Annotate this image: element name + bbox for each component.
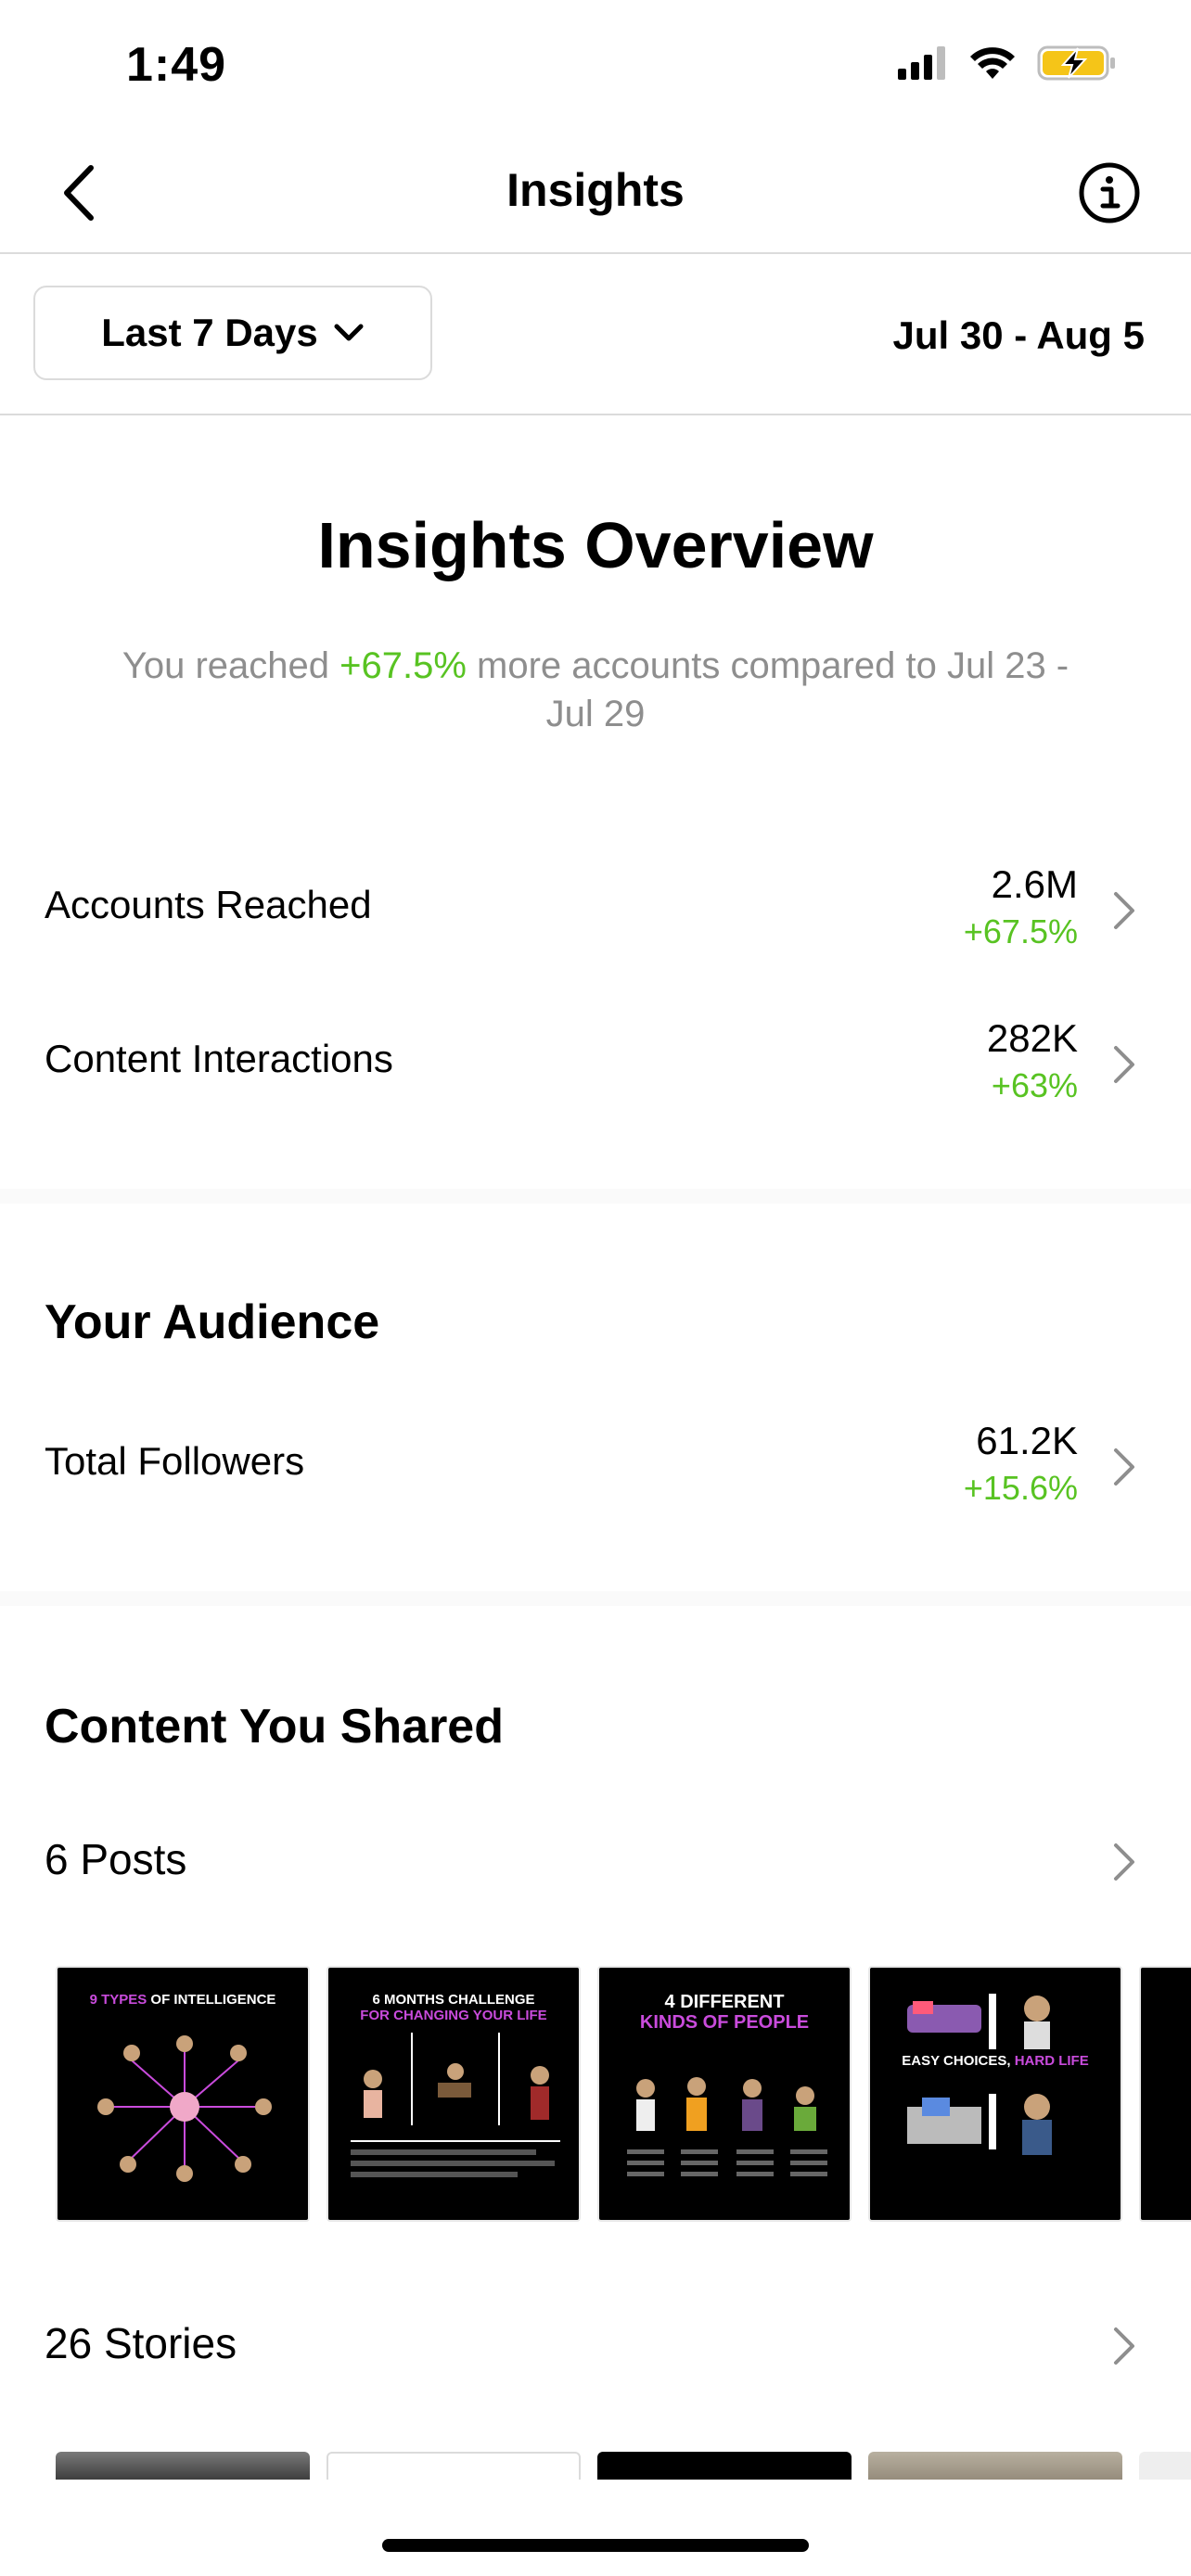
date-filter-bar: Last 7 Days Jul 30 - Aug 5 — [0, 256, 1191, 415]
home-indicator[interactable] — [382, 2539, 809, 2552]
metric-row-accounts-reached[interactable]: Accounts Reached 2.6M +67.5% — [0, 855, 1191, 966]
post-thumbnail-partial[interactable] — [1139, 1966, 1191, 2222]
status-bar: 1:49 — [0, 0, 1191, 130]
section-divider — [0, 1189, 1191, 1204]
story-thumbnail-partial[interactable] — [1139, 2452, 1191, 2480]
info-icon — [1079, 162, 1140, 223]
cellular-signal-icon — [898, 46, 945, 80]
date-range-dropdown[interactable]: Last 7 Days — [33, 286, 432, 380]
status-time: 1:49 — [126, 38, 227, 92]
metric-row-total-followers[interactable]: Total Followers 61.2K +15.6% — [0, 1411, 1191, 1523]
metric-value: 61.2K — [976, 1419, 1078, 1462]
stories-row[interactable]: 26 Stories — [0, 2309, 1191, 2383]
date-range-label: Last 7 Days — [101, 311, 318, 354]
choices-illustration-icon — [907, 1994, 1052, 2155]
story-thumbnail[interactable] — [327, 2452, 581, 2480]
overview-title: Insights Overview — [317, 509, 874, 581]
post-thumbnail[interactable]: 4 DIFFERENT KINDS OF PEOPLE — [597, 1966, 852, 2222]
people-illustration-icon — [627, 2077, 827, 2176]
metric-change: +63% — [991, 1066, 1078, 1104]
chevron-right-icon — [1106, 885, 1143, 937]
battery-charging-icon — [1037, 45, 1115, 81]
post-title-highlight: HARD LIFE — [1014, 2053, 1089, 2069]
chevron-down-icon — [334, 324, 364, 341]
story-thumbnail[interactable] — [56, 2452, 310, 2480]
metric-label: Content Interactions — [45, 1037, 393, 1080]
date-range-text: Jul 30 - Aug 5 — [892, 313, 1145, 357]
content-section-title: Content You Shared — [45, 1700, 504, 1753]
metric-value: 2.6M — [991, 862, 1078, 906]
post-thumbnail[interactable]: 6 MONTHS CHALLENGE FOR CHANGING YOUR LIFE — [327, 1966, 581, 2222]
overview-summary-prefix: You reached — [122, 645, 340, 686]
stories-carousel[interactable] — [56, 2452, 1191, 2480]
metric-value: 282K — [986, 1016, 1078, 1060]
metric-label: Total Followers — [45, 1439, 305, 1483]
brain-diagram-icon — [97, 2035, 272, 2182]
metric-label: Accounts Reached — [45, 883, 372, 926]
metric-row-content-interactions[interactable]: Content Interactions 282K +63% — [0, 1009, 1191, 1120]
status-icons — [898, 45, 1117, 82]
audience-section-title: Your Audience — [45, 1295, 380, 1349]
metric-change: +15.6% — [963, 1469, 1078, 1507]
overview-summary-suffix: more accounts compared to Jul 23 - Jul 2… — [466, 645, 1069, 734]
metric-change: +67.5% — [963, 912, 1078, 950]
stories-count-label: 26 Stories — [45, 2319, 237, 2367]
chevron-right-icon — [1106, 2320, 1143, 2372]
section-divider — [0, 1591, 1191, 1606]
chevron-right-icon — [1106, 1836, 1143, 1888]
posts-count-label: 6 Posts — [45, 1835, 187, 1883]
post-title-text: EASY CHOICES, — [902, 2053, 1011, 2069]
wifi-icon — [970, 47, 1015, 79]
overview-summary-change: +67.5% — [339, 645, 467, 686]
story-thumbnail[interactable] — [868, 2452, 1122, 2480]
page-title: Insights — [506, 164, 685, 216]
top-nav: Insights — [0, 130, 1191, 254]
posts-row[interactable]: 6 Posts — [0, 1825, 1191, 1899]
overview-summary: You reached +67.5% more accounts compare… — [102, 642, 1089, 738]
post-thumbnail[interactable]: EASY CHOICES, HARD LIFE — [868, 1966, 1122, 2222]
post-thumbnail-title: EASY CHOICES, HARD LIFE — [870, 2053, 1121, 2069]
challenge-illustration-icon — [351, 2033, 560, 2177]
chevron-right-icon — [1106, 1039, 1143, 1090]
posts-carousel[interactable]: 9 TYPES OF INTELLIGENCE 6 MONTHS CHALLEN… — [56, 1966, 1191, 2225]
story-thumbnail[interactable] — [597, 2452, 852, 2480]
chevron-right-icon — [1106, 1441, 1143, 1493]
post-thumbnail[interactable]: 9 TYPES OF INTELLIGENCE — [56, 1966, 310, 2222]
info-button[interactable] — [1072, 156, 1146, 230]
